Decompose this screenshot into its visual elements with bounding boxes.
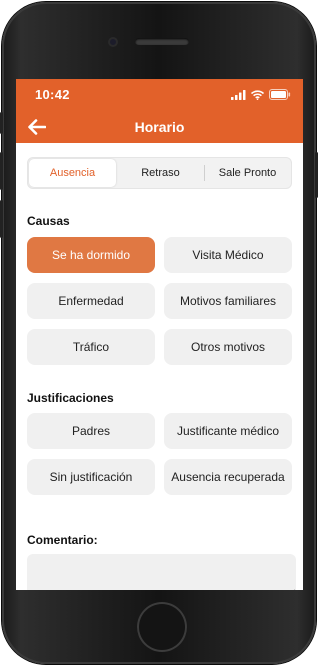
- comment-label: Comentario:: [27, 533, 98, 547]
- status-icons: [231, 89, 291, 100]
- cause-option-trafico[interactable]: Tráfico: [27, 329, 155, 365]
- app-screen: 10:42 Horario Ausencia Retraso Sale Pron…: [16, 79, 303, 590]
- status-bar: 10:42: [16, 79, 303, 110]
- battery-icon: [269, 89, 291, 100]
- cause-option-motivos-familiares[interactable]: Motivos familiares: [164, 283, 292, 319]
- back-button[interactable]: [27, 117, 47, 137]
- signal-icon: [231, 89, 246, 100]
- volume-up-button: [0, 152, 3, 190]
- navigation-bar: Horario: [16, 110, 303, 143]
- cause-option-se-ha-dormido[interactable]: Se ha dormido: [27, 237, 155, 273]
- comment-textarea[interactable]: [27, 554, 296, 590]
- cause-option-otros-motivos[interactable]: Otros motivos: [164, 329, 292, 365]
- silent-switch: [0, 112, 3, 134]
- front-camera: [108, 37, 118, 47]
- wifi-icon: [251, 89, 264, 100]
- status-time: 10:42: [35, 87, 70, 102]
- earpiece-speaker: [135, 38, 189, 45]
- volume-down-button: [0, 200, 3, 238]
- justification-option-padres[interactable]: Padres: [27, 413, 155, 449]
- tab-sale-pronto[interactable]: Sale Pronto: [204, 158, 291, 188]
- absence-type-tabs: Ausencia Retraso Sale Pronto: [27, 157, 292, 189]
- cause-option-enfermedad[interactable]: Enfermedad: [27, 283, 155, 319]
- back-arrow-icon: [28, 119, 46, 135]
- home-button[interactable]: [137, 602, 187, 652]
- tab-retraso[interactable]: Retraso: [117, 158, 204, 188]
- tab-ausencia[interactable]: Ausencia: [29, 159, 116, 187]
- cause-option-visita-medico[interactable]: Visita Médico: [164, 237, 292, 273]
- justification-option-ausencia-recuperada[interactable]: Ausencia recuperada: [164, 459, 292, 495]
- causes-heading: Causas: [27, 214, 70, 228]
- justification-option-justificante-medico[interactable]: Justificante médico: [164, 413, 292, 449]
- justification-option-sin-justificacion[interactable]: Sin justificación: [27, 459, 155, 495]
- justifications-heading: Justificaciones: [27, 391, 114, 405]
- page-title: Horario: [134, 118, 185, 135]
- power-button: [315, 152, 318, 198]
